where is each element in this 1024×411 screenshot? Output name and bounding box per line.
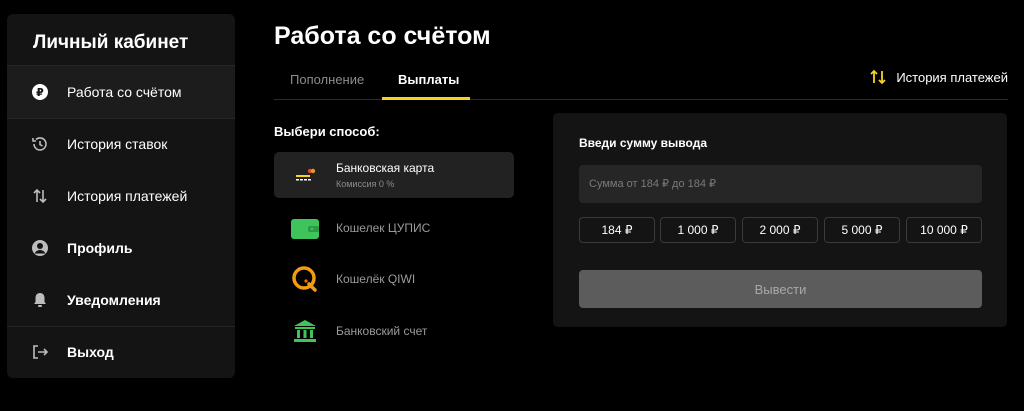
sidebar-item-label: Работа со счётом (67, 84, 182, 100)
sidebar-item-profile[interactable]: Профиль (7, 222, 235, 274)
tab-payouts[interactable]: Выплаты (398, 72, 459, 87)
active-tab-indicator (382, 97, 470, 100)
amount-input[interactable] (579, 165, 982, 203)
preset-amount-button[interactable]: 5 000 ₽ (824, 217, 900, 243)
sidebar-item-label: История платежей (67, 188, 188, 204)
preset-amount-button[interactable]: 2 000 ₽ (742, 217, 818, 243)
history-icon (31, 135, 49, 153)
tab-deposit[interactable]: Пополнение (290, 72, 364, 87)
transfer-arrows-icon (31, 187, 49, 205)
method-name: Банковская карта (336, 161, 435, 175)
sidebar: Личный кабинет ₽ Работа со счётом Истори… (7, 14, 235, 378)
qiwi-icon (290, 265, 320, 293)
method-commission: Комиссия 0 % (336, 179, 395, 189)
sidebar-item-notifications[interactable]: Уведомления (7, 274, 235, 326)
method-bank-account[interactable]: Банковский счет (274, 308, 514, 354)
sidebar-item-payment-history[interactable]: История платежей (7, 170, 235, 222)
sidebar-item-label: История ставок (67, 136, 168, 152)
bank-building-icon (290, 318, 320, 344)
page-title: Работа со счётом (274, 22, 491, 50)
preset-amount-button[interactable]: 1 000 ₽ (660, 217, 736, 243)
sidebar-item-bet-history[interactable]: История ставок (7, 118, 235, 170)
method-name: Кошелек ЦУПИС (336, 221, 431, 235)
svg-text:₽: ₽ (36, 86, 44, 99)
payment-history-link[interactable]: История платежей (870, 68, 1008, 86)
tabs: Пополнение Выплаты История платежей (274, 62, 1008, 100)
preset-amount-button[interactable]: 10 000 ₽ (906, 217, 982, 243)
sidebar-item-label: Профиль (67, 240, 133, 256)
sidebar-item-account[interactable]: ₽ Работа со счётом (7, 66, 235, 118)
withdraw-title: Введи сумму вывода (579, 136, 707, 150)
user-icon (31, 239, 49, 257)
method-bank-card[interactable]: Банковская карта Комиссия 0 % (274, 152, 514, 198)
wallet-icon (290, 216, 320, 240)
bank-card-icon (290, 166, 320, 184)
bell-icon (31, 291, 49, 309)
choose-method-label: Выбери способ: (274, 124, 380, 139)
method-name: Банковский счет (336, 324, 428, 338)
withdraw-panel: Введи сумму вывода 184 ₽ 1 000 ₽ 2 000 ₽… (553, 113, 1007, 327)
preset-amount-button[interactable]: 184 ₽ (579, 217, 655, 243)
ruble-icon: ₽ (31, 83, 49, 101)
sidebar-item-logout[interactable]: Выход (7, 326, 235, 378)
sidebar-item-label: Уведомления (67, 292, 161, 308)
sidebar-item-label: Выход (67, 344, 114, 360)
method-cupis-wallet[interactable]: Кошелек ЦУПИС (274, 205, 514, 251)
withdraw-button[interactable]: Вывести (579, 270, 982, 308)
sidebar-title: Личный кабинет (7, 14, 235, 66)
method-name: Кошелёк QIWI (336, 272, 416, 286)
method-qiwi-wallet[interactable]: Кошелёк QIWI (274, 256, 514, 302)
transfer-arrows-icon (870, 68, 886, 86)
payment-history-label: История платежей (896, 69, 1008, 85)
logout-icon (31, 343, 49, 361)
